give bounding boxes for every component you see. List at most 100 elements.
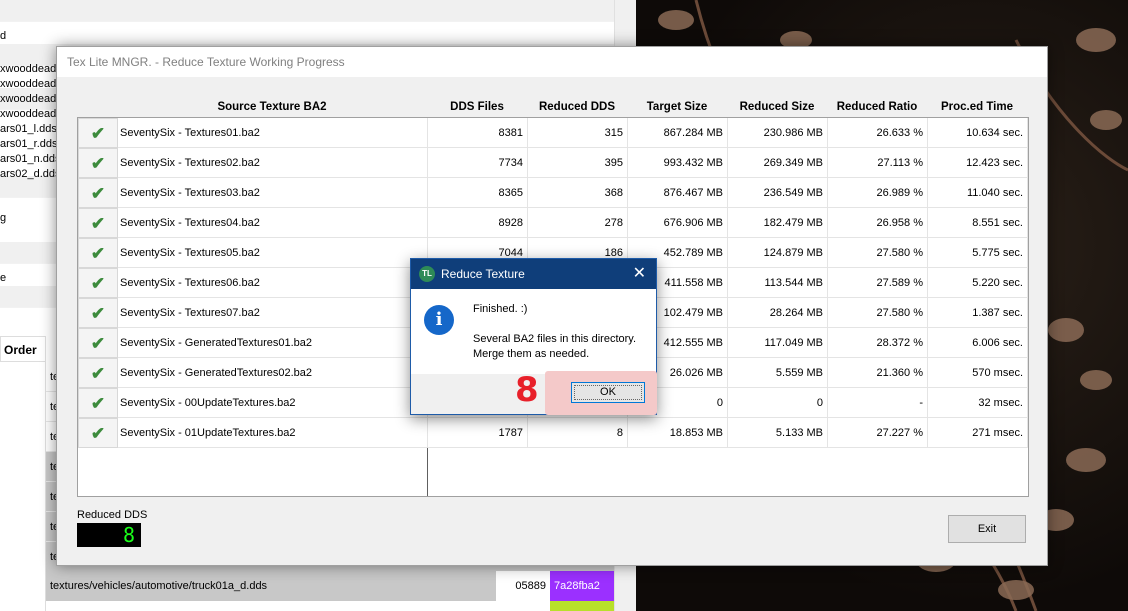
dds-files-cell: 1787 [428, 418, 528, 448]
table-row[interactable]: ✔ SeventySix - Textures03.ba2 8365 368 876.4… [78, 178, 1028, 208]
checkmark-icon: ✔ [78, 358, 118, 388]
processed-time-cell: 8.551 sec. [928, 208, 1028, 238]
background-filename-fragment: xwooddead [0, 93, 57, 105]
table-row[interactable]: ✔ SeventySix - 01UpdateTextures.ba2 1787 8 1… [78, 418, 1028, 448]
background-filename-fragment: g [0, 212, 7, 224]
checkmark-icon: ✔ [78, 298, 118, 328]
reduced-dds-cell: 8 [528, 418, 628, 448]
reduced-ratio-cell: 27.589 % [828, 268, 928, 298]
checkmark-icon: ✔ [78, 268, 118, 298]
source-texture-cell: SeventySix - Textures02.ba2 [118, 148, 428, 178]
reduced-ratio-cell: 27.113 % [828, 148, 928, 178]
background-filename-fragment: ars01_l.dds [0, 123, 57, 135]
reduced-ratio-cell: 26.958 % [828, 208, 928, 238]
ok-button[interactable]: OK [571, 382, 645, 403]
window-title: Tex Lite MNGR. - Reduce Texture Working … [57, 47, 1047, 77]
processed-time-cell: 11.040 sec. [928, 178, 1028, 208]
reduced-size-cell: 117.049 MB [728, 328, 828, 358]
reduced-dds-cell: 395 [528, 148, 628, 178]
reduced-size-cell: 182.479 MB [728, 208, 828, 238]
background-grid-row [0, 0, 614, 22]
step-number-annotation: 8 [515, 370, 539, 410]
check-glyph: ✔ [90, 124, 106, 143]
reduced-ratio-cell: 27.227 % [828, 418, 928, 448]
check-glyph: ✔ [90, 244, 106, 263]
reduced-ratio-cell: - [828, 388, 928, 418]
reduced-ratio-cell: 27.580 % [828, 238, 928, 268]
reduced-dds-cell: 278 [528, 208, 628, 238]
checkmark-icon: ✔ [78, 238, 118, 268]
target-size-cell: 867.284 MB [628, 118, 728, 148]
processed-time-cell: 271 msec. [928, 418, 1028, 448]
source-texture-cell: SeventySix - 01UpdateTextures.ba2 [118, 418, 428, 448]
source-texture-cell: SeventySix - Textures04.ba2 [118, 208, 428, 238]
target-size-cell: 876.467 MB [628, 178, 728, 208]
dds-files-cell: 8381 [428, 118, 528, 148]
reduced-ratio-cell: 28.372 % [828, 328, 928, 358]
reduced-size-cell: 113.544 MB [728, 268, 828, 298]
checkmark-icon: ✔ [78, 328, 118, 358]
processed-time-cell: 12.423 sec. [928, 148, 1028, 178]
reduced-ratio-cell: 26.989 % [828, 178, 928, 208]
table-row[interactable]: ✔ SeventySix - Textures04.ba2 8928 278 676.9… [78, 208, 1028, 238]
target-size-cell: 676.906 MB [628, 208, 728, 238]
checkmark-icon: ✔ [78, 148, 118, 178]
reduced-size-cell: 28.264 MB [728, 298, 828, 328]
processed-time-cell: 1.387 sec. [928, 298, 1028, 328]
column-header-dds-files[interactable]: DDS Files [427, 97, 527, 117]
reduced-dds-cell: 315 [528, 118, 628, 148]
background-filename-fragment: xwooddead [0, 63, 57, 75]
close-icon[interactable]: ✕ [633, 259, 646, 289]
dialog-message-line-3: Merge them as needed. [473, 348, 590, 360]
texture-number-cell[interactable]: 05889 [496, 571, 550, 601]
dialog-message-finished: Finished. :) [473, 303, 528, 315]
column-header-source[interactable]: Source Texture BA2 [117, 97, 427, 117]
column-header-reduced-ratio[interactable]: Reduced Ratio [827, 97, 927, 117]
target-size-cell: 18.853 MB [628, 418, 728, 448]
checkmark-icon: ✔ [78, 208, 118, 238]
exit-button[interactable]: Exit [948, 515, 1026, 543]
check-glyph: ✔ [90, 304, 106, 323]
reduced-dds-cell: 368 [528, 178, 628, 208]
dialog-message-line-2: Several BA2 files in this directory. [473, 333, 637, 345]
texture-hash-cell[interactable]: 7a28fba2 [550, 571, 614, 601]
column-header-reduced-size[interactable]: Reduced Size [727, 97, 827, 117]
background-filename-fragment: d [0, 30, 7, 42]
source-texture-cell: SeventySix - Textures07.ba2 [118, 298, 428, 328]
reduced-size-cell: 124.879 MB [728, 238, 828, 268]
checkmark-icon: ✔ [78, 388, 118, 418]
column-header-reduced-dds[interactable]: Reduced DDS [527, 97, 627, 117]
processed-time-cell: 5.220 sec. [928, 268, 1028, 298]
reduced-size-cell: 269.349 MB [728, 148, 828, 178]
source-texture-cell: SeventySix - GeneratedTextures02.ba2 [118, 358, 428, 388]
app-icon: TL [419, 266, 435, 282]
texture-path-cell[interactable]: textures/vehicles/automotive/truck01a_d.… [46, 571, 496, 601]
source-texture-cell: SeventySix - Textures03.ba2 [118, 178, 428, 208]
processed-time-cell: 6.006 sec. [928, 328, 1028, 358]
check-glyph: ✔ [90, 424, 106, 443]
reduced-dds-counter: 8 [77, 523, 141, 547]
table-row[interactable]: ✔ SeventySix - Textures02.ba2 7734 395 993.4… [78, 148, 1028, 178]
background-filename-fragment: xwooddead [0, 78, 57, 90]
background-filename-fragment: xwooddead [0, 108, 57, 120]
check-glyph: ✔ [90, 214, 106, 233]
source-texture-cell: SeventySix - Textures05.ba2 [118, 238, 428, 268]
check-glyph: ✔ [90, 364, 106, 383]
reduced-ratio-cell: 27.580 % [828, 298, 928, 328]
processed-time-cell: 32 msec. [928, 388, 1028, 418]
order-column-header[interactable]: Order [0, 336, 46, 362]
color-strip [550, 601, 614, 611]
check-glyph: ✔ [90, 394, 106, 413]
reduced-dds-label: Reduced DDS [77, 509, 148, 521]
background-filename-fragment: ars01_r.dds [0, 138, 58, 150]
target-size-cell: 993.432 MB [628, 148, 728, 178]
dialog-titlebar: TL Reduce Texture ✕ [411, 259, 656, 289]
column-header-target-size[interactable]: Target Size [627, 97, 727, 117]
table-row[interactable]: ✔ SeventySix - Textures01.ba2 8381 315 867.2… [78, 118, 1028, 148]
reduced-size-cell: 236.549 MB [728, 178, 828, 208]
reduced-size-cell: 5.559 MB [728, 358, 828, 388]
check-glyph: ✔ [90, 274, 106, 293]
check-glyph: ✔ [90, 154, 106, 173]
background-filename-fragment: e [0, 272, 7, 284]
column-header-processed-time[interactable]: Proc.ed Time [927, 97, 1027, 117]
